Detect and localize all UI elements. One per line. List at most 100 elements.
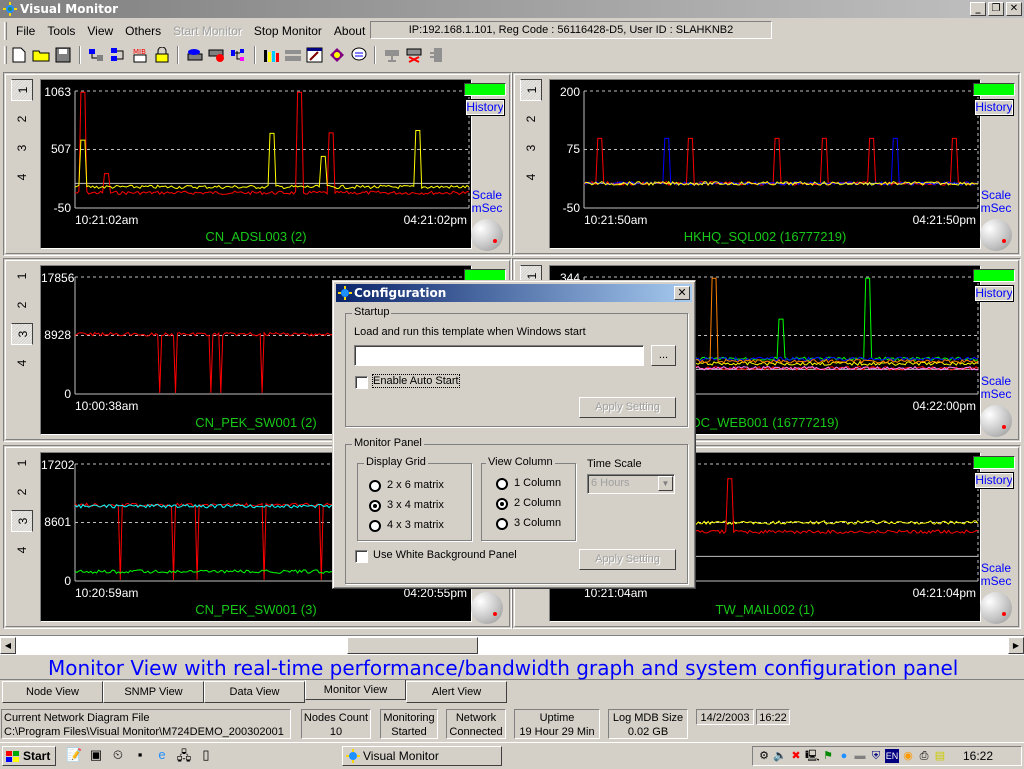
enable-auto-start-checkbox[interactable] [355, 376, 368, 389]
toolbar-grip[interactable] [4, 46, 7, 64]
notepad-icon[interactable]: 📝 [66, 747, 82, 763]
list-icon[interactable] [284, 45, 303, 65]
browse-button[interactable]: ... [651, 345, 676, 366]
tab-data-view[interactable]: Data View [204, 681, 305, 703]
menu-about[interactable]: About [328, 24, 371, 38]
plug-icon[interactable] [426, 45, 445, 65]
enable-auto-start-label[interactable]: Enable Auto Start [372, 374, 460, 388]
internet-explorer-icon[interactable]: e [154, 747, 170, 763]
radio-1-column-label[interactable]: 1 Column [514, 477, 561, 489]
page-tab-1[interactable]: 1 [11, 79, 33, 101]
radio-3-column-label[interactable]: 3 Column [514, 517, 561, 529]
open-folder-icon[interactable] [32, 45, 51, 65]
page-tab-2[interactable]: 2 [11, 294, 33, 316]
menu-view[interactable]: View [81, 24, 119, 38]
menu-others[interactable]: Others [119, 24, 167, 38]
scroll-right-button[interactable]: ▶ [1008, 637, 1024, 654]
history-button[interactable]: History [974, 99, 1014, 116]
save-icon[interactable] [54, 45, 73, 65]
radio-1-column[interactable] [496, 478, 508, 490]
restore-button[interactable]: ❐ [988, 2, 1004, 16]
close-button[interactable]: ✕ [1006, 2, 1022, 16]
horizontal-scrollbar[interactable]: ◀ ▶ [0, 635, 1024, 655]
page-tab-1[interactable]: 1 [11, 265, 33, 287]
card-icon[interactable]: ▤ [933, 749, 947, 763]
start-button[interactable]: Start [2, 746, 56, 766]
history-button[interactable]: History [974, 472, 1014, 489]
globe-icon[interactable]: ● [837, 749, 851, 763]
page-tab-2[interactable]: 2 [11, 108, 33, 130]
tab-monitor-view[interactable]: Monitor View [305, 680, 406, 700]
taskbar-app-visual-monitor[interactable]: Visual Monitor [342, 746, 502, 766]
white-background-label[interactable]: Use White Background Panel [373, 549, 517, 561]
radio-3-column[interactable] [496, 518, 508, 530]
tab-snmp-view[interactable]: SNMP View [103, 681, 204, 703]
tab-node-view[interactable]: Node View [2, 681, 103, 703]
radio-2x6-matrix[interactable] [369, 480, 381, 492]
menu-file[interactable]: File [10, 24, 41, 38]
topology-icon[interactable] [109, 45, 128, 65]
white-background-checkbox[interactable] [355, 550, 368, 563]
update-icon[interactable]: ◉ [901, 749, 915, 763]
radio-2x6-label[interactable]: 2 x 6 matrix [387, 479, 444, 491]
radio-3x4-label[interactable]: 3 x 4 matrix [387, 499, 444, 511]
history-button[interactable]: History [974, 285, 1014, 302]
dialog-close-button[interactable]: ✕ [674, 286, 690, 300]
scale-knob[interactable] [980, 405, 1012, 437]
menu-tools[interactable]: Tools [41, 24, 81, 38]
menu-stop-monitor[interactable]: Stop Monitor [248, 24, 328, 38]
radio-2-column[interactable] [496, 498, 508, 510]
page-tab-2[interactable]: 2 [11, 481, 33, 503]
printer-icon[interactable]: ⎙ [917, 749, 931, 763]
book-icon[interactable] [328, 45, 347, 65]
device-alert-icon[interactable] [207, 45, 226, 65]
page-tab-1[interactable]: 1 [520, 79, 542, 101]
scroll-left-button[interactable]: ◀ [0, 637, 16, 654]
page-tab-4[interactable]: 4 [11, 539, 33, 561]
message-icon[interactable] [349, 45, 368, 65]
network-places-icon[interactable]: 🖧 [176, 747, 192, 763]
minimize-button[interactable]: _ [970, 2, 986, 16]
scale-knob[interactable] [471, 219, 503, 251]
books-icon[interactable] [262, 45, 281, 65]
command-prompt-icon[interactable]: ▪ [132, 747, 148, 763]
server-icon[interactable]: ▯ [198, 747, 214, 763]
connect-icon[interactable] [382, 45, 401, 65]
scroll-thumb[interactable] [347, 637, 478, 654]
network-icon[interactable] [87, 45, 106, 65]
radio-4x3-label[interactable]: 4 x 3 matrix [387, 519, 444, 531]
scale-knob[interactable] [471, 592, 503, 624]
device-icon[interactable] [185, 45, 204, 65]
page-tab-3[interactable]: 3 [11, 137, 33, 159]
tree-icon[interactable] [229, 45, 248, 65]
page-tab-3[interactable]: 3 [11, 323, 33, 345]
scale-knob[interactable] [980, 592, 1012, 624]
page-tab-3[interactable]: 3 [520, 137, 542, 159]
network-connected-icon[interactable]: 🖳 [805, 749, 820, 763]
clock-app-icon[interactable]: ⏲ [110, 747, 126, 763]
network-disconnected-icon[interactable]: ✖ [789, 749, 803, 763]
tab-alert-view[interactable]: Alert View [406, 681, 507, 703]
page-tab-4[interactable]: 4 [11, 166, 33, 188]
lock-icon[interactable] [152, 45, 171, 65]
history-button[interactable]: History [465, 99, 505, 116]
scale-knob[interactable] [980, 219, 1012, 251]
monitor-icon[interactable]: ▬ [853, 749, 867, 763]
window-icon[interactable]: ▣ [88, 747, 104, 763]
template-path-input[interactable] [354, 345, 644, 366]
page-tab-1[interactable]: 1 [11, 452, 33, 474]
flag-icon[interactable]: ⚑ [821, 749, 835, 763]
radio-3x4-matrix[interactable] [369, 500, 381, 512]
disconnect-icon[interactable] [404, 45, 423, 65]
radio-4x3-matrix[interactable] [369, 520, 381, 532]
page-tab-4[interactable]: 4 [520, 166, 542, 188]
usb-icon[interactable]: ⚙ [757, 749, 771, 763]
shield-icon[interactable]: ⛨ [869, 749, 883, 763]
volume-icon[interactable]: 🔈 [773, 749, 787, 763]
language-icon[interactable]: EN [885, 749, 899, 763]
page-tab-2[interactable]: 2 [520, 108, 542, 130]
new-file-icon[interactable] [10, 45, 29, 65]
page-tab-4[interactable]: 4 [11, 352, 33, 374]
properties-icon[interactable] [306, 45, 325, 65]
mib-icon[interactable]: MIB [130, 45, 149, 65]
